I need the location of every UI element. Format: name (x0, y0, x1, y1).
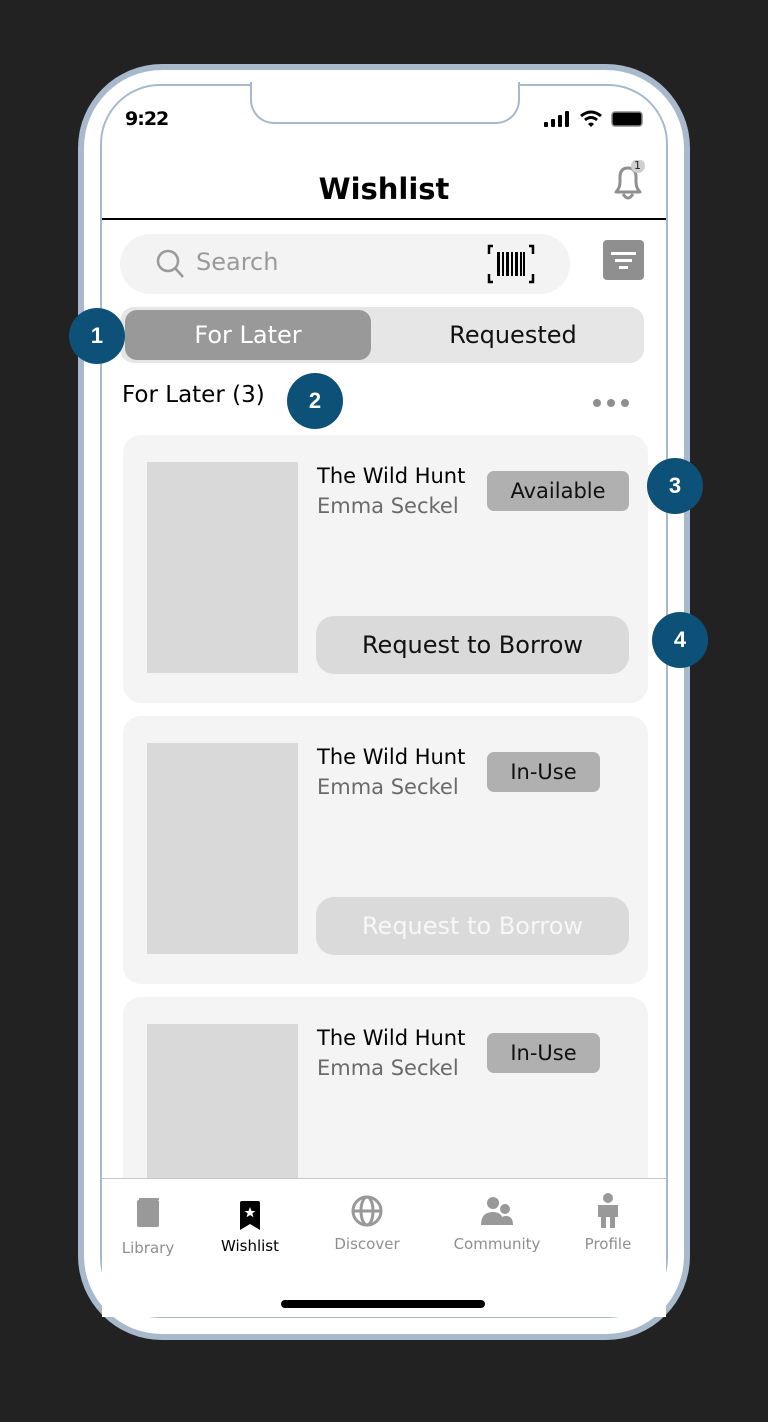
search-placeholder: Search (196, 248, 279, 276)
book-cover (147, 743, 298, 954)
book-author: Emma Seckel (317, 1056, 459, 1080)
status-badge: In-Use (487, 1033, 600, 1073)
home-indicator (281, 1300, 485, 1308)
book-icon (137, 1198, 159, 1227)
tab-label: Wishlist (220, 1237, 280, 1255)
book-title: The Wild Hunt (317, 1026, 466, 1050)
request-to-borrow-button[interactable]: Request to Borrow (316, 616, 629, 674)
request-to-borrow-button-disabled: Request to Borrow (316, 897, 629, 955)
barcode-scan-icon[interactable] (487, 244, 535, 284)
tab-discover[interactable]: Discover (332, 1195, 402, 1253)
annotation-marker-3: 3 (647, 458, 703, 514)
tab-community[interactable]: Community (452, 1195, 542, 1253)
people-icon (481, 1197, 513, 1225)
book-title: The Wild Hunt (317, 464, 466, 488)
header-divider (102, 218, 666, 220)
tab-wishlist[interactable]: Wishlist (220, 1201, 280, 1255)
globe-icon (351, 1195, 383, 1227)
filter-icon (611, 252, 636, 269)
bookmark-star-icon (240, 1201, 260, 1230)
annotation-marker-1: 1 (69, 308, 125, 364)
book-cover (147, 462, 298, 673)
page-title: Wishlist (318, 172, 450, 206)
book-author: Emma Seckel (317, 775, 459, 799)
tab-profile[interactable]: Profile (580, 1193, 636, 1253)
signal-icon (544, 111, 569, 127)
filter-button[interactable] (603, 240, 644, 280)
book-author: Emma Seckel (317, 494, 459, 518)
annotation-marker-2: 2 (287, 373, 343, 429)
person-icon (598, 1193, 618, 1228)
tab-for-later[interactable]: For Later (125, 310, 371, 360)
book-title: The Wild Hunt (317, 745, 466, 769)
wifi-icon (580, 110, 602, 127)
status-badge: Available (487, 471, 629, 511)
section-title: For Later (3) (122, 382, 265, 408)
tab-label: Library (121, 1239, 175, 1257)
notch (250, 82, 520, 124)
status-icons (543, 110, 645, 128)
search-icon (156, 249, 184, 278)
status-badge: In-Use (487, 752, 600, 792)
annotation-marker-4: 4 (652, 612, 708, 668)
tab-label: Profile (584, 1235, 632, 1253)
notification-count: 1 (634, 159, 641, 172)
notifications-button[interactable]: 1 (608, 159, 648, 204)
bottom-tab-bar: Library Wishlist Discover Community Prof… (102, 1178, 666, 1317)
tab-requested[interactable]: Requested (384, 310, 642, 360)
bell-icon (614, 159, 645, 200)
status-time: 9:22 (125, 108, 169, 130)
tab-library[interactable]: Library (120, 1197, 176, 1257)
more-options-button[interactable] (593, 399, 629, 407)
tab-label: Discover (334, 1235, 400, 1253)
battery-icon (611, 111, 643, 127)
tab-label: Community (453, 1235, 541, 1253)
